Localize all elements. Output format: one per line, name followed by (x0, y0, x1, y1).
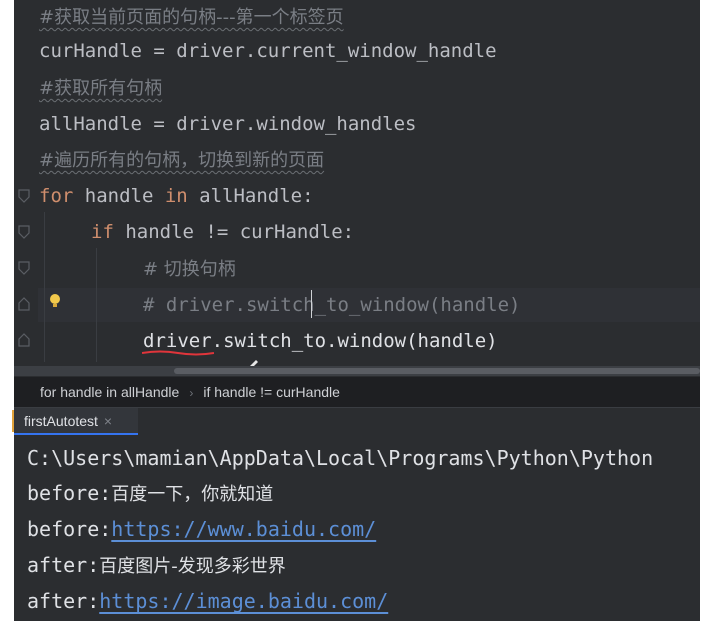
scrollbar-thumb[interactable] (174, 368, 700, 374)
console-line: after:https://image.baidu.com/ (27, 589, 389, 613)
code-line-for: for handle in allHandle: (39, 185, 314, 207)
code-line-comment: #获取当前页面的句柄---第一个标签页 (39, 7, 344, 28)
code-line-if: if handle != curHandle: (91, 221, 355, 243)
console-line: before:https://www.baidu.com/ (27, 517, 377, 541)
tab-firstAutotest[interactable]: firstAutotest × (14, 408, 138, 435)
fold-end-icon[interactable] (18, 333, 30, 347)
indent-guide (96, 248, 97, 362)
code-editor[interactable]: #获取当前页面的句柄---第一个标签页 curHandle = driver.c… (14, 0, 700, 377)
run-tab-bar: firstAutotest × (14, 407, 700, 436)
fold-end-icon[interactable] (18, 297, 30, 311)
editor-gutter (14, 0, 38, 377)
breadcrumb: for handle in allHandle › if handle != cur… (14, 377, 700, 407)
code-line: allHandle = driver.window_handles (39, 113, 417, 135)
code-line-comment: # 切换句柄 (143, 259, 236, 280)
console-link[interactable]: https://www.baidu.com/ (111, 517, 376, 541)
fold-marker-icon[interactable] (18, 225, 30, 239)
left-margin (0, 0, 14, 621)
indent-guide (44, 212, 45, 362)
console-link[interactable]: https://image.baidu.com/ (99, 589, 388, 613)
close-icon[interactable]: × (104, 413, 112, 429)
fold-marker-icon[interactable] (18, 261, 30, 275)
chevron-right-icon: › (189, 386, 194, 400)
code-line-comment: # driver.switch_to_window(handle) (143, 294, 521, 316)
fold-marker-icon[interactable] (18, 189, 30, 203)
run-console[interactable]: C:\Users\mamian\AppData\Local\Programs\P… (14, 435, 700, 621)
console-line: before:百度一下，你就知道 (27, 481, 274, 505)
lightbulb-icon[interactable] (48, 292, 62, 310)
code-line-comment: #获取所有句柄 (39, 78, 163, 99)
code-line: curHandle = driver.current_window_handle (39, 40, 497, 62)
text-caret (311, 290, 312, 318)
breadcrumb-item[interactable]: for handle in allHandle (40, 377, 179, 407)
code-line-comment: #遍历所有的句柄，切换到新的页面 (39, 150, 325, 171)
console-line: C:\Users\mamian\AppData\Local\Programs\P… (27, 446, 654, 470)
breadcrumb-item[interactable]: if handle != curHandle (203, 377, 340, 407)
tab-label: firstAutotest (24, 413, 98, 429)
console-line: after:百度图片-发现多彩世界 (27, 553, 286, 577)
error-underline (142, 350, 214, 356)
